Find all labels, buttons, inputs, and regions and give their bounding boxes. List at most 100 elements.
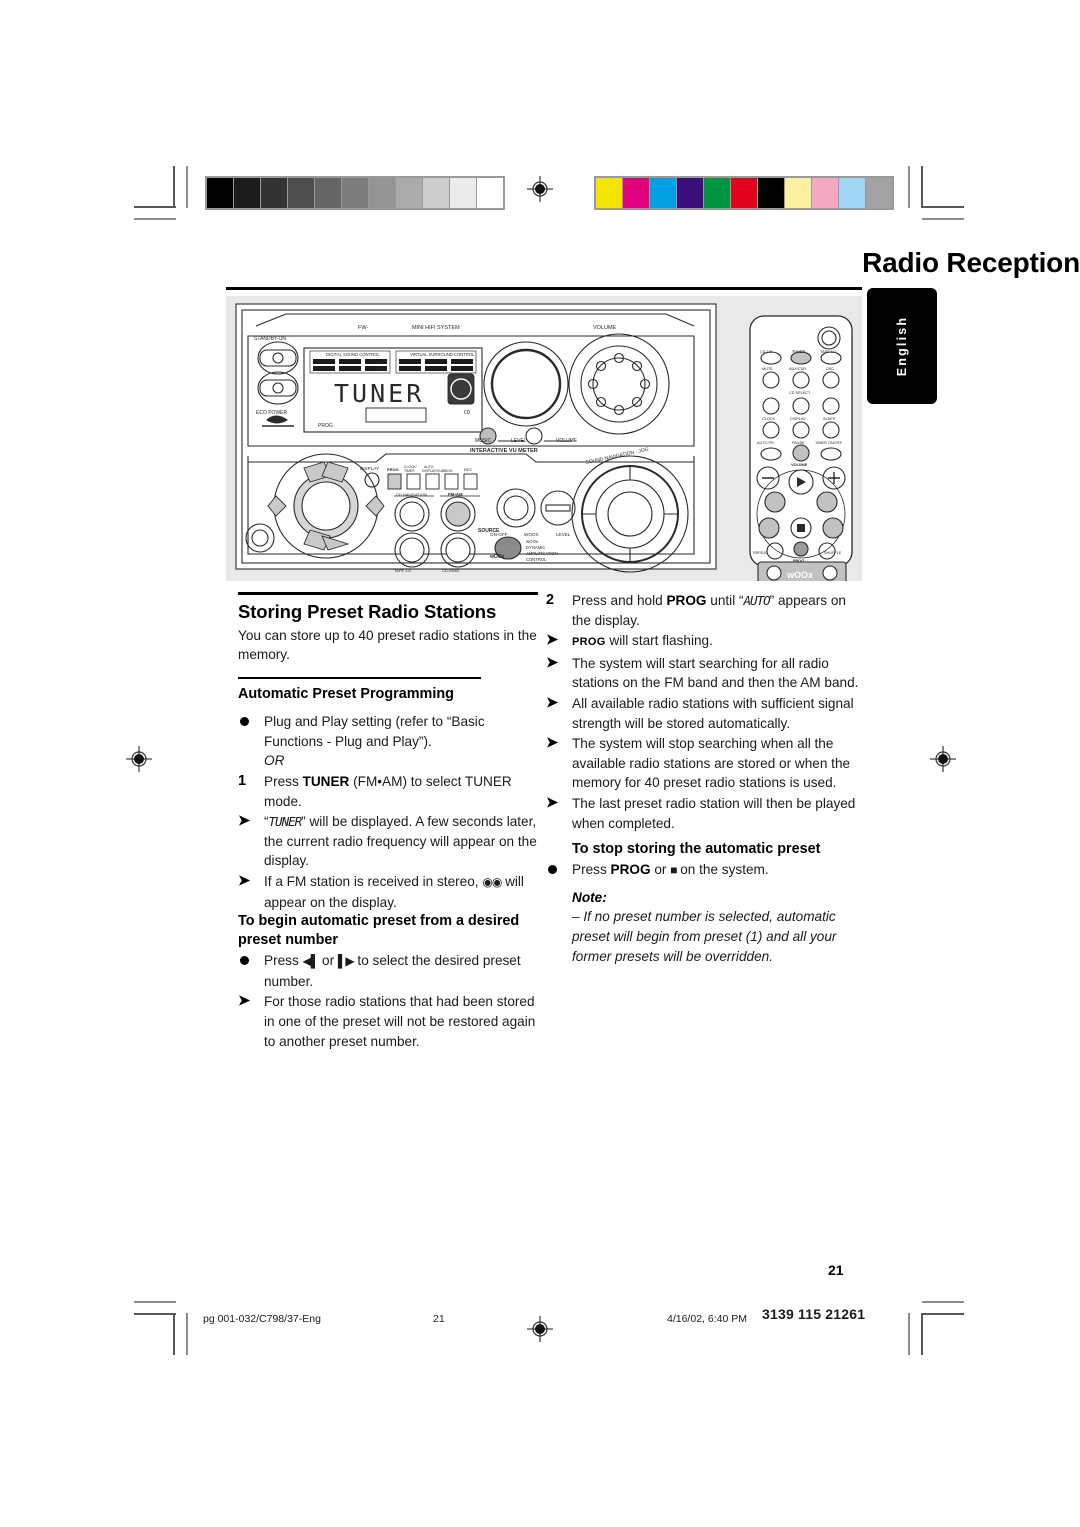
grayscale-swatch — [234, 178, 260, 208]
svg-text:WOOX: WOOX — [524, 532, 539, 537]
crop-mark-bottom-left-h2 — [134, 1301, 176, 1303]
footer-timestamp: 4/16/02, 6:40 PM — [667, 1313, 747, 1325]
arrow-icon: ➤ — [546, 694, 559, 711]
color-control-strip — [594, 176, 894, 210]
crop-mark-top-left-h2 — [134, 218, 176, 220]
grayscale-swatch — [342, 178, 368, 208]
arrow-2-text-pre: If a FM station is received in stereo, — [264, 873, 483, 889]
note-label: Note: — [572, 889, 607, 905]
crop-mark-bottom-right-h2 — [922, 1301, 964, 1303]
step-number: 2 — [546, 592, 555, 608]
step-1-text-pre: Press — [264, 773, 303, 789]
subsection-rule — [238, 676, 481, 680]
list-item: 2 Press and hold PROG until “AUTO” appea… — [546, 591, 862, 630]
svg-text:REC: REC — [464, 467, 473, 472]
registration-mark-left — [126, 746, 152, 772]
note-block: Note: – If no preset number is selected,… — [546, 888, 862, 966]
svg-text:TIMER: TIMER — [404, 469, 415, 473]
svg-text:SHUFFLE: SHUFFLE — [824, 551, 842, 555]
svg-text:AUTO PR.: AUTO PR. — [757, 441, 775, 445]
svg-text:DIGITAL SOUND CONTROL: DIGITAL SOUND CONTROL — [326, 352, 380, 357]
section-heading-storing-preset: Storing Preset Radio Stations — [238, 600, 497, 622]
svg-text:TIMER ON/OFF: TIMER ON/OFF — [815, 441, 843, 445]
color-swatch — [650, 178, 676, 208]
svg-text:VOLUME: VOLUME — [791, 463, 808, 467]
svg-text:PROG: PROG — [318, 423, 333, 429]
or-separator: OR — [264, 753, 285, 769]
color-swatch — [839, 178, 865, 208]
color-swatch — [785, 178, 811, 208]
color-swatch — [677, 178, 703, 208]
color-swatch — [623, 178, 649, 208]
crop-mark-top-right-v — [921, 166, 923, 208]
product-illustration: FW- MINI HIFI SYSTEM STANDBY-ON ECO POWE… — [226, 296, 862, 581]
svg-text:MINI HIFI SYSTEM: MINI HIFI SYSTEM — [412, 325, 460, 331]
svg-text:wOOx: wOOx — [489, 554, 505, 560]
svg-text:DSC: DSC — [826, 367, 834, 371]
bullet-text-mid: or — [650, 862, 671, 878]
bullet-text-plug-play-b: Plug and Play”). — [335, 733, 432, 749]
list-item: ➤ The system will stop searching when al… — [546, 734, 862, 793]
svg-text:TUNER: TUNER — [334, 379, 424, 408]
hifi-system-diagram: FW- MINI HIFI SYSTEM STANDBY-ON ECO POWE… — [235, 303, 853, 581]
bullet-text-post: on the system. — [676, 862, 769, 878]
step-2-text-mid: until “ — [706, 593, 744, 608]
language-tab: English — [867, 288, 937, 404]
color-swatch — [812, 178, 838, 208]
crop-mark-top-right-h2 — [922, 218, 964, 220]
registration-mark-right — [930, 746, 956, 772]
svg-text:REPEAT: REPEAT — [753, 551, 769, 555]
page-canvas: Radio Reception English FW- MINI HIFI SY… — [0, 0, 1080, 1527]
arrow-3-text: For those radio stations that had been s… — [264, 994, 536, 1049]
arrow-3-text: All available radio stations with suffic… — [572, 695, 854, 731]
svg-text:CD 1/2: CD 1/2 — [760, 350, 772, 354]
svg-text:MUTE: MUTE — [762, 367, 773, 371]
crop-mark-bottom-right-v2 — [908, 1313, 910, 1355]
list-item: 1 Press TUNER (FM•AM) to select TUNER mo… — [238, 772, 538, 811]
arrow-icon: ➤ — [546, 632, 559, 649]
crop-mark-bottom-left-h — [134, 1313, 176, 1315]
arrow-icon: ➤ — [546, 654, 559, 671]
svg-text:LEVEL: LEVEL — [511, 438, 527, 444]
grayscale-swatch — [261, 178, 287, 208]
grayscale-swatch — [477, 178, 503, 208]
svg-text:CD NAVIGATION: CD NAVIGATION — [396, 492, 427, 497]
list-item: Press PROG or ■ on the system. — [546, 860, 862, 881]
arrow-4-text: The system will stop searching when all … — [572, 736, 851, 791]
list-item: ➤ All available radio stations with suff… — [546, 694, 862, 733]
list-item: ➤ PROG will start flashing. — [546, 631, 862, 653]
arrow-1-bold-prog: PROG — [572, 636, 606, 649]
color-swatch — [596, 178, 622, 208]
svg-text:ON-OFF: ON-OFF — [490, 532, 508, 537]
grayscale-control-strip — [205, 176, 505, 210]
svg-text:CLOCK: CLOCK — [762, 417, 776, 421]
svg-text:AUX/CDR: AUX/CDR — [789, 367, 806, 371]
svg-text:INTERACTIVE VU METER: INTERACTIVE VU METER — [470, 448, 538, 454]
arrow-icon: ➤ — [238, 993, 251, 1010]
color-swatch — [731, 178, 757, 208]
svg-text:FM•AM: FM•AM — [448, 492, 463, 497]
grayscale-swatch — [450, 178, 476, 208]
crop-mark-bottom-left-v2 — [186, 1313, 188, 1355]
step-1-bold-tuner: TUNER — [302, 773, 350, 789]
footer-sheet-number: 21 — [433, 1313, 445, 1325]
subheading-begin-automatic-preset: To begin automatic preset from a desired… — [238, 913, 520, 949]
list-item: ➤ For those radio stations that had been… — [238, 992, 538, 1051]
arrow-5-text: The last preset radio station will then … — [572, 795, 856, 831]
svg-text:CD: CD — [464, 410, 470, 416]
svg-text:DISPLAY/DUBBING: DISPLAY/DUBBING — [422, 469, 453, 473]
list-item: Plug and Play setting (refer to “Basic F… — [238, 712, 538, 771]
note-text: – If no preset number is selected, autom… — [572, 909, 837, 964]
arrow-icon: ➤ — [546, 794, 559, 811]
arrow-2-text: The system will start searching for all … — [572, 655, 859, 691]
subheading-automatic-preset-programming: Automatic Preset Programming — [238, 686, 454, 703]
list-item: ➤ The system will start searching for al… — [546, 654, 862, 693]
lcd-text-auto: AUTO — [743, 593, 771, 608]
registration-mark-top — [527, 176, 553, 202]
svg-text:TAPE 1/2: TAPE 1/2 — [820, 350, 836, 354]
grayscale-swatch — [369, 178, 395, 208]
step-2-text-pre: Press and hold — [572, 593, 667, 608]
